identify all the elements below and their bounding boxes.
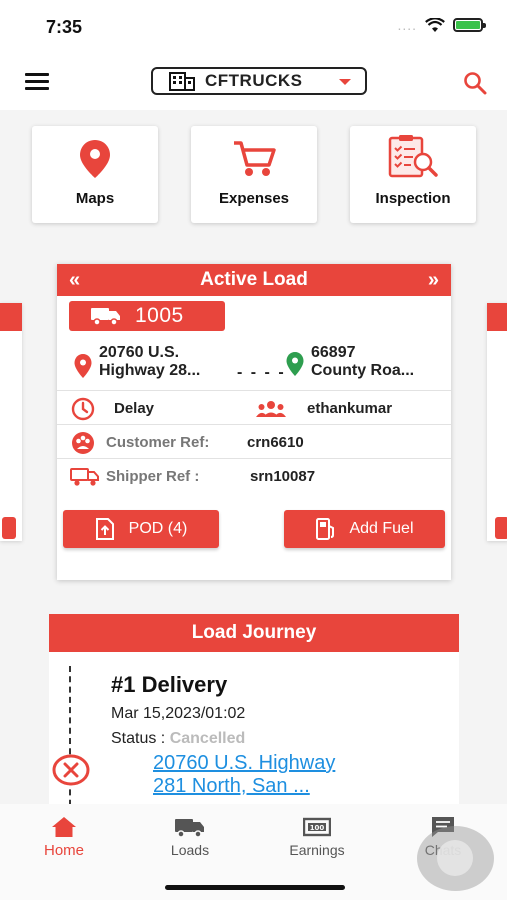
inspection-label: Inspection — [375, 190, 451, 207]
driver-group-icon — [256, 401, 286, 417]
search-icon[interactable] — [463, 71, 487, 95]
signal-dots: .... — [397, 17, 417, 33]
inspection-clipboard-icon — [388, 135, 438, 178]
prev-load-arrow[interactable]: « — [69, 269, 80, 292]
shipper-ref-value: srn10087 — [250, 468, 316, 485]
load-status: Delay — [114, 400, 155, 417]
nav-earnings-label: Earnings — [289, 842, 345, 858]
nav-earnings[interactable]: 100 Earnings — [272, 816, 362, 858]
customer-icon — [72, 432, 94, 454]
load-number: 1005 — [135, 304, 184, 327]
hamburger-menu-icon[interactable] — [25, 73, 49, 91]
destination-address: 66897 County Roa... — [311, 344, 415, 379]
company-name: CFTRUCKS — [205, 71, 303, 90]
status-time: 7:35 — [46, 17, 83, 37]
add-fuel-button[interactable]: Add Fuel — [284, 510, 445, 548]
expenses-card[interactable]: Expenses — [191, 126, 317, 223]
active-load-header: « Active Load » — [57, 264, 451, 296]
assistive-touch-button[interactable] — [417, 826, 494, 891]
wifi-icon — [425, 17, 445, 32]
clock-icon — [71, 397, 95, 421]
status-driver-row: Delay ethankumar — [57, 390, 451, 424]
chevron-down-icon — [339, 79, 351, 85]
truck-icon — [175, 819, 204, 838]
customer-ref-value: crn6610 — [247, 434, 304, 451]
quick-actions: Maps Expenses Inspection — [32, 126, 476, 223]
stop-title: #1 Delivery — [111, 672, 228, 697]
origin-pin-icon — [74, 354, 92, 378]
home-indicator[interactable] — [165, 885, 345, 890]
location-pin-icon — [80, 140, 110, 178]
route-row: 20760 U.S. Highway 28... - - - - 66897 C… — [57, 342, 451, 392]
status-bar: 7:35 .... — [0, 0, 507, 55]
next-load-button — [495, 517, 507, 539]
add-fuel-label: Add Fuel — [349, 520, 414, 537]
driver-name: ethankumar — [307, 400, 393, 417]
next-load-card[interactable] — [487, 303, 507, 541]
nav-loads-label: Loads — [170, 842, 210, 858]
app-header: CFTRUCKS — [0, 55, 507, 110]
prev-load-card[interactable] — [0, 303, 22, 541]
customer-ref-row: Customer Ref: crn6610 — [57, 424, 451, 458]
destination-pin-icon — [286, 352, 304, 376]
prev-load-header — [0, 303, 22, 331]
status-icons: .... — [397, 17, 486, 33]
pod-button[interactable]: POD (4) — [63, 510, 219, 548]
truck-icon — [91, 308, 120, 326]
journey-timeline — [69, 666, 71, 816]
shipper-ref-row: Shipper Ref : srn10087 — [57, 458, 451, 492]
building-icon — [169, 72, 195, 91]
route-connector: - - - - — [237, 364, 286, 381]
origin-address: 20760 U.S. Highway 28... — [99, 344, 201, 379]
shipper-truck-icon — [70, 468, 99, 486]
inspection-card[interactable]: Inspection — [350, 126, 476, 223]
nav-home[interactable]: Home — [19, 816, 109, 859]
active-load-title: Active Load — [200, 269, 308, 290]
maps-label: Maps — [75, 190, 115, 207]
stop-status-label: Status : — [111, 730, 170, 747]
cash-icon: 100 — [303, 817, 331, 837]
expenses-label: Expenses — [218, 190, 290, 207]
battery-icon — [453, 18, 486, 32]
customer-ref-label: Customer Ref: — [106, 434, 210, 451]
prev-load-button — [2, 517, 16, 539]
pod-label: POD (4) — [128, 520, 188, 537]
nav-home-label: Home — [43, 842, 84, 859]
maps-card[interactable]: Maps — [32, 126, 158, 223]
load-number-badge: 1005 — [69, 301, 225, 331]
active-load-card: « Active Load » 1005 20760 U.S. Highway … — [57, 264, 451, 580]
next-load-header — [487, 303, 507, 331]
stop-address-link[interactable]: 20760 U.S. Highway 281 North, San ... — [153, 752, 335, 798]
load-journey-section: Load Journey #1 Delivery Mar 15,2023/01:… — [49, 614, 459, 816]
cart-icon — [234, 141, 276, 176]
stop-status-value: Cancelled — [169, 730, 246, 747]
stop-date: Mar 15,2023/01:02 — [111, 705, 246, 722]
home-icon — [52, 817, 76, 837]
svg-text:100: 100 — [310, 824, 325, 832]
shipper-ref-label: Shipper Ref : — [106, 468, 200, 485]
upload-document-icon — [95, 518, 114, 540]
stop-status: Status : Cancelled — [111, 730, 245, 748]
load-journey-title: Load Journey — [49, 614, 459, 652]
fuel-pump-icon — [316, 518, 335, 540]
company-selector[interactable]: CFTRUCKS — [151, 67, 367, 95]
cancelled-x-icon — [52, 754, 90, 786]
nav-loads[interactable]: Loads — [145, 816, 235, 858]
next-load-arrow[interactable]: » — [428, 269, 439, 292]
